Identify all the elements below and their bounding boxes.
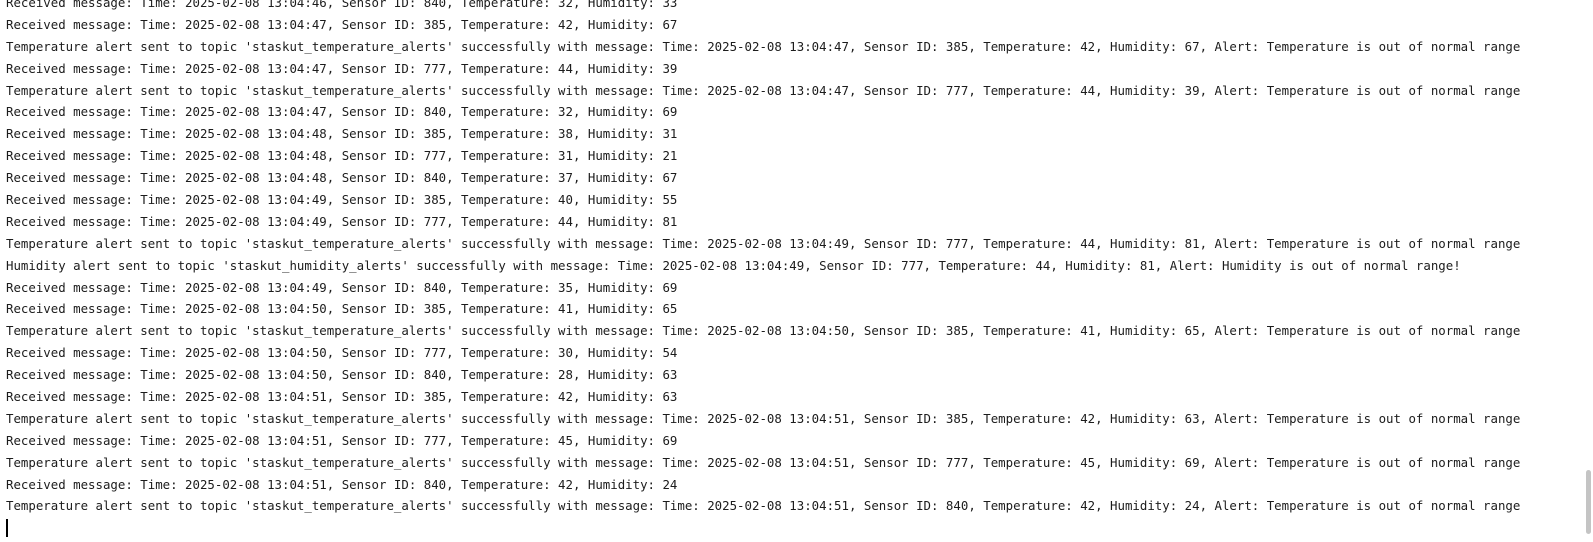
console-line: Received message: Time: 2025-02-08 13:04…	[6, 0, 678, 10]
scrollbar-thumb[interactable]	[1586, 470, 1591, 534]
text-cursor	[6, 519, 8, 537]
console-line: Temperature alert sent to topic 'staskut…	[6, 410, 1521, 426]
console-line: Received message: Time: 2025-02-08 13:04…	[6, 213, 678, 229]
vertical-scrollbar[interactable]	[1583, 0, 1593, 542]
console-line: Received message: Time: 2025-02-08 13:04…	[6, 148, 678, 164]
console-line: Temperature alert sent to topic 'staskut…	[6, 82, 1521, 98]
console-line: Received message: Time: 2025-02-08 13:04…	[6, 367, 678, 383]
console-line: Received message: Time: 2025-02-08 13:04…	[6, 345, 678, 361]
console-line: Temperature alert sent to topic 'staskut…	[6, 235, 1521, 251]
console-output[interactable]: Received message: Time: 2025-02-08 13:04…	[0, 0, 1593, 542]
console-line: Temperature alert sent to topic 'staskut…	[6, 454, 1521, 470]
console-line: Humidity alert sent to topic 'staskut_hu…	[6, 257, 1461, 273]
console-line: Received message: Time: 2025-02-08 13:04…	[6, 60, 678, 76]
console-line: Temperature alert sent to topic 'staskut…	[6, 323, 1521, 339]
console-line: Received message: Time: 2025-02-08 13:04…	[6, 301, 678, 317]
console-line: Received message: Time: 2025-02-08 13:04…	[6, 279, 678, 295]
console-line: Received message: Time: 2025-02-08 13:04…	[6, 170, 678, 186]
console-line: Received message: Time: 2025-02-08 13:04…	[6, 476, 678, 492]
console-line: Received message: Time: 2025-02-08 13:04…	[6, 432, 678, 448]
console-line: Received message: Time: 2025-02-08 13:04…	[6, 192, 678, 208]
console-line: Received message: Time: 2025-02-08 13:04…	[6, 104, 678, 120]
console-line: Received message: Time: 2025-02-08 13:04…	[6, 389, 678, 405]
console-line: Temperature alert sent to topic 'staskut…	[6, 38, 1521, 54]
console-line: Received message: Time: 2025-02-08 13:04…	[6, 16, 678, 32]
console-line: Received message: Time: 2025-02-08 13:04…	[6, 126, 678, 142]
console-line: Temperature alert sent to topic 'staskut…	[6, 498, 1521, 514]
console-lines: Received message: Time: 2025-02-08 13:04…	[6, 0, 1571, 517]
